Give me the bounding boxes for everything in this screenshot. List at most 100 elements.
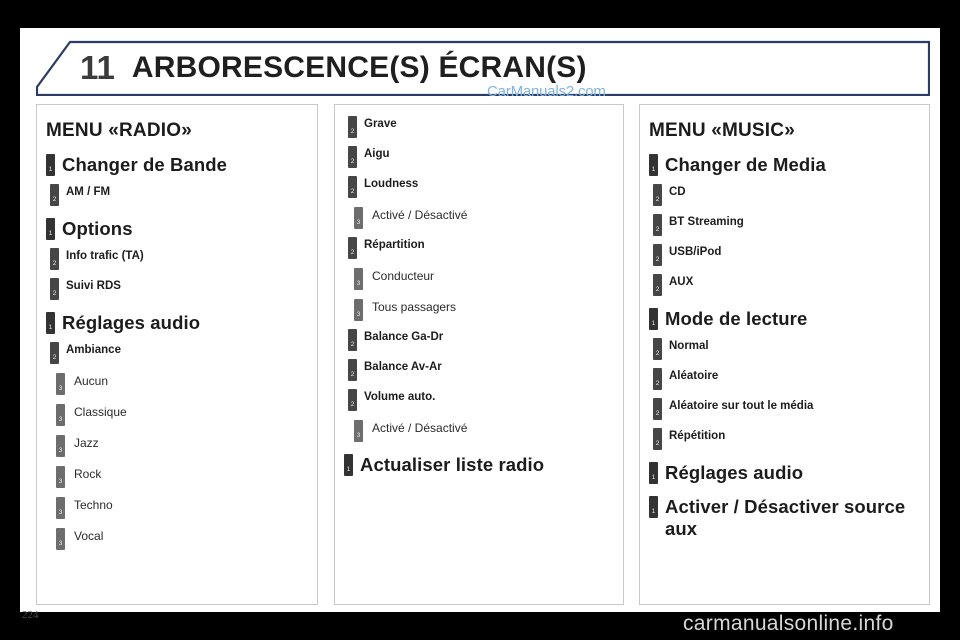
tree-item-level-2[interactable]: 2 Aléatoire sur tout le média — [653, 398, 929, 420]
chapter-header: 11 ARBORESCENCE(S) ÉCRAN(S) — [36, 40, 930, 96]
tree-item-level-2[interactable]: 2 Grave — [348, 116, 623, 138]
tree-item-label: Info trafic (TA) — [66, 250, 144, 262]
tree-item-level-2[interactable]: 2 CD — [653, 184, 929, 206]
tree-item-label: Aléatoire — [669, 370, 719, 382]
tree-item-label: BT Streaming — [669, 216, 744, 228]
level-marker-icon: 2 — [653, 428, 662, 450]
tree-item-level-3[interactable]: 3 Conducteur — [354, 268, 623, 290]
tree-item-level-1[interactable]: 1 Réglages audio — [46, 312, 317, 334]
tree-item-level-3[interactable]: 3 Jazz — [56, 435, 317, 457]
menu-heading-radio: MENU «RADIO» — [46, 120, 192, 141]
tree-item-level-3[interactable]: 3 Techno — [56, 497, 317, 519]
tree-item-label: Balance Av-Ar — [364, 361, 442, 373]
tree-column-music: MENU «MUSIC» 1 Changer de Media 2 CD 2 BT Str… — [639, 104, 930, 605]
level-marker-number: 2 — [350, 370, 355, 378]
level-marker-number: 1 — [651, 319, 656, 327]
column-content: 2 Grave 2 Aigu 2 Loudness 3 Activé / Désactivé 2… — [335, 105, 623, 604]
level-marker-icon: 3 — [56, 466, 65, 488]
tree-column-radio: MENU «RADIO» 1 Changer de Bande 2 AM / FM 1 O… — [36, 104, 318, 605]
level-marker-number: 2 — [52, 195, 57, 203]
tree-items-music: 1 Changer de Media 2 CD 2 BT Streaming 2 USB/iP… — [640, 142, 929, 540]
tree-item-level-1[interactable]: 1 Changer de Bande — [46, 154, 317, 176]
tree-item-level-3[interactable]: 3 Classique — [56, 404, 317, 426]
tree-item-level-1[interactable]: 1 Changer de Media — [649, 154, 929, 176]
menu-heading-music: MENU «MUSIC» — [649, 120, 795, 141]
tree-item-level-2[interactable]: 2 Normal — [653, 338, 929, 360]
level-marker-number: 2 — [52, 289, 57, 297]
level-marker-number: 3 — [58, 539, 63, 547]
level-marker-icon: 1 — [46, 218, 55, 240]
level-marker-icon: 3 — [354, 299, 363, 321]
tree-item-level-2[interactable]: 2 AM / FM — [50, 184, 317, 206]
tree-item-level-2[interactable]: 2 Répétition — [653, 428, 929, 450]
level-marker-icon: 2 — [50, 342, 59, 364]
tree-item-label: Volume auto. — [364, 391, 436, 403]
tree-item-level-1[interactable]: 1 Activer / Désactiver source aux — [649, 496, 929, 540]
tree-item-label: Options — [62, 218, 133, 239]
page-root: 11 ARBORESCENCE(S) ÉCRAN(S) CarManuals2.… — [0, 0, 960, 640]
tree-item-level-2[interactable]: 2 Ambiance — [50, 342, 317, 364]
level-marker-icon: 3 — [354, 207, 363, 229]
tree-item-level-2[interactable]: 2 Volume auto. — [348, 389, 623, 411]
tree-item-level-2[interactable]: 2 Balance Av-Ar — [348, 359, 623, 381]
level-marker-icon: 1 — [46, 312, 55, 334]
tree-item-level-3[interactable]: 3 Rock — [56, 466, 317, 488]
level-marker-icon: 2 — [653, 338, 662, 360]
tree-item-level-2[interactable]: 2 Répartition — [348, 237, 623, 259]
tree-item-level-2[interactable]: 2 Balance Ga-Dr — [348, 329, 623, 351]
tree-item-level-1[interactable]: 1 Réglages audio — [649, 462, 929, 484]
tree-item-label: Suivi RDS — [66, 280, 121, 292]
tree-item-level-2[interactable]: 2 Suivi RDS — [50, 278, 317, 300]
level-marker-icon: 2 — [50, 248, 59, 270]
level-marker-number: 1 — [48, 229, 53, 237]
column-content: MENU «RADIO» 1 Changer de Bande 2 AM / FM 1 O… — [37, 105, 317, 604]
tree-item-level-3[interactable]: 3 Tous passagers — [354, 299, 623, 321]
level-marker-number: 2 — [350, 340, 355, 348]
level-marker-number: 2 — [350, 187, 355, 195]
level-marker-icon: 2 — [653, 368, 662, 390]
tree-item-level-2[interactable]: 2 Loudness — [348, 176, 623, 198]
tree-item-level-3[interactable]: 3 Activé / Désactivé — [354, 207, 623, 229]
level-marker-number: 2 — [655, 379, 660, 387]
page-title: ARBORESCENCE(S) ÉCRAN(S) — [131, 51, 587, 84]
tree-column-radio-continued: 2 Grave 2 Aigu 2 Loudness 3 Activé / Désactivé 2… — [334, 104, 624, 605]
level-marker-icon: 2 — [348, 359, 357, 381]
tree-item-level-3[interactable]: 3 Vocal — [56, 528, 317, 550]
level-marker-number: 1 — [48, 323, 53, 331]
level-marker-number: 2 — [52, 353, 57, 361]
level-marker-number: 2 — [655, 255, 660, 263]
tree-item-level-1[interactable]: 1 Actualiser liste radio — [344, 454, 623, 476]
tree-item-label: Actualiser liste radio — [360, 454, 545, 475]
level-marker-icon: 2 — [653, 244, 662, 266]
tree-item-label: CD — [669, 186, 686, 198]
tree-item-level-2[interactable]: 2 USB/iPod — [653, 244, 929, 266]
tree-item-label: Aléatoire sur tout le média — [669, 400, 814, 412]
level-marker-number: 3 — [58, 415, 63, 423]
tree-item-label: Mode de lecture — [665, 308, 808, 329]
tree-item-level-2[interactable]: 2 Aigu — [348, 146, 623, 168]
level-marker-icon: 1 — [649, 154, 658, 176]
chapter-number: 11 — [80, 49, 115, 86]
tree-item-label: Répétition — [669, 430, 726, 442]
tree-item-label: Grave — [364, 118, 397, 130]
level-marker-number: 1 — [651, 165, 656, 173]
tree-item-level-1[interactable]: 1 Mode de lecture — [649, 308, 929, 330]
level-marker-icon: 1 — [649, 462, 658, 484]
level-marker-number: 2 — [350, 157, 355, 165]
tree-item-level-2[interactable]: 2 AUX — [653, 274, 929, 296]
level-marker-icon: 3 — [56, 373, 65, 395]
tree-item-level-2[interactable]: 2 Aléatoire — [653, 368, 929, 390]
page-number: 224 — [22, 609, 39, 621]
tree-item-level-2[interactable]: 2 Info trafic (TA) — [50, 248, 317, 270]
tree-item-level-1[interactable]: 1 Options — [46, 218, 317, 240]
tree-items-radio: 1 Changer de Bande 2 AM / FM 1 Options 2 Info t… — [37, 142, 317, 550]
tree-item-level-3[interactable]: 3 Aucun — [56, 373, 317, 395]
level-marker-number: 1 — [48, 165, 53, 173]
level-marker-icon: 2 — [348, 176, 357, 198]
level-marker-icon: 2 — [348, 116, 357, 138]
level-marker-icon: 2 — [348, 237, 357, 259]
level-marker-number: 3 — [356, 279, 361, 287]
tree-item-level-3[interactable]: 3 Activé / Désactivé — [354, 420, 623, 442]
tree-item-level-2[interactable]: 2 BT Streaming — [653, 214, 929, 236]
level-marker-icon: 1 — [649, 496, 658, 518]
